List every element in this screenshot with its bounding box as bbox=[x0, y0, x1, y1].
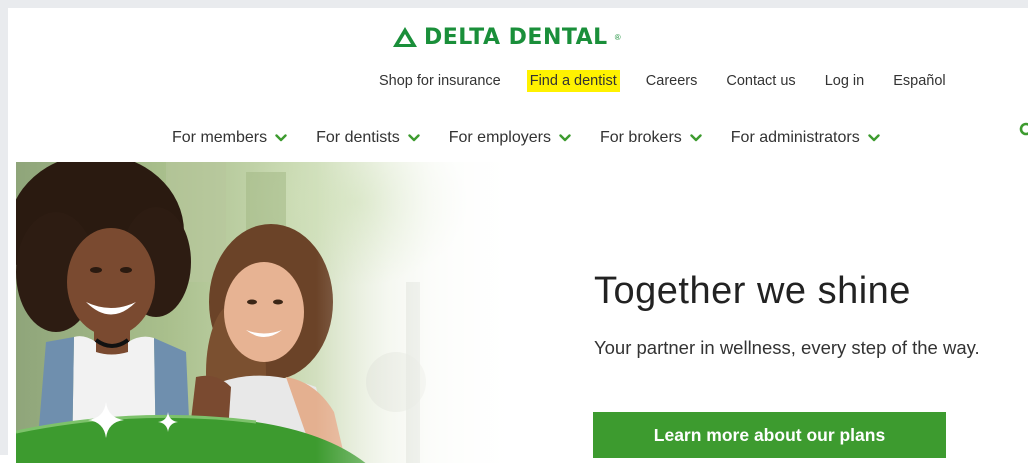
triangle-logo-icon bbox=[393, 27, 417, 47]
nav-item-brokers[interactable]: For brokers bbox=[600, 129, 702, 147]
nav-item-employers[interactable]: For employers bbox=[449, 129, 571, 147]
util-link-log-in[interactable]: Log in bbox=[825, 73, 865, 89]
hero-section: Together we shine Your partner in wellne… bbox=[16, 162, 1028, 463]
util-link-shop-insurance[interactable]: Shop for insurance bbox=[379, 73, 501, 89]
nav-item-label: For employers bbox=[448, 129, 551, 146]
search-icon[interactable] bbox=[1019, 122, 1028, 142]
sparkle-icon bbox=[158, 412, 178, 432]
chevron-down-icon bbox=[559, 134, 571, 142]
nav-item-label: For members bbox=[172, 129, 268, 146]
sparkle-icon bbox=[88, 402, 124, 438]
chevron-down-icon bbox=[690, 134, 702, 142]
nav-item-members[interactable]: For members bbox=[172, 129, 287, 147]
nav-item-label: For brokers bbox=[599, 129, 682, 146]
chevron-down-icon bbox=[275, 134, 287, 142]
nav-item-dentists[interactable]: For dentists bbox=[316, 129, 420, 147]
util-link-espanol[interactable]: Español bbox=[893, 73, 945, 89]
delta-dental-logo[interactable]: DELTA DENTAL ® bbox=[392, 22, 621, 52]
nav-item-label: For administrators bbox=[730, 129, 860, 146]
utility-nav: Shop for insurance Find a dentist Career… bbox=[379, 68, 946, 94]
util-link-careers[interactable]: Careers bbox=[646, 73, 698, 89]
chevron-down-icon bbox=[867, 134, 880, 142]
registered-mark: ® bbox=[614, 32, 621, 42]
learn-more-plans-button[interactable]: Learn more about our plans bbox=[593, 412, 946, 458]
logo-wordmark: DELTA DENTAL bbox=[424, 24, 608, 50]
page-frame: DELTA DENTAL ® Shop for insurance Find a… bbox=[0, 0, 1028, 463]
util-link-find-dentist[interactable]: Find a dentist bbox=[526, 70, 620, 92]
util-link-contact-us[interactable]: Contact us bbox=[726, 73, 795, 89]
hero-title: Together we shine bbox=[594, 270, 911, 312]
nav-item-administrators[interactable]: For administrators bbox=[731, 129, 880, 147]
chevron-down-icon bbox=[408, 134, 420, 142]
nav-item-label: For dentists bbox=[316, 129, 400, 146]
hero-subtitle: Your partner in wellness, every step of … bbox=[594, 337, 980, 358]
main-nav: For members For dentists For employers F… bbox=[172, 124, 880, 152]
photo-fade-overlay bbox=[316, 162, 546, 463]
